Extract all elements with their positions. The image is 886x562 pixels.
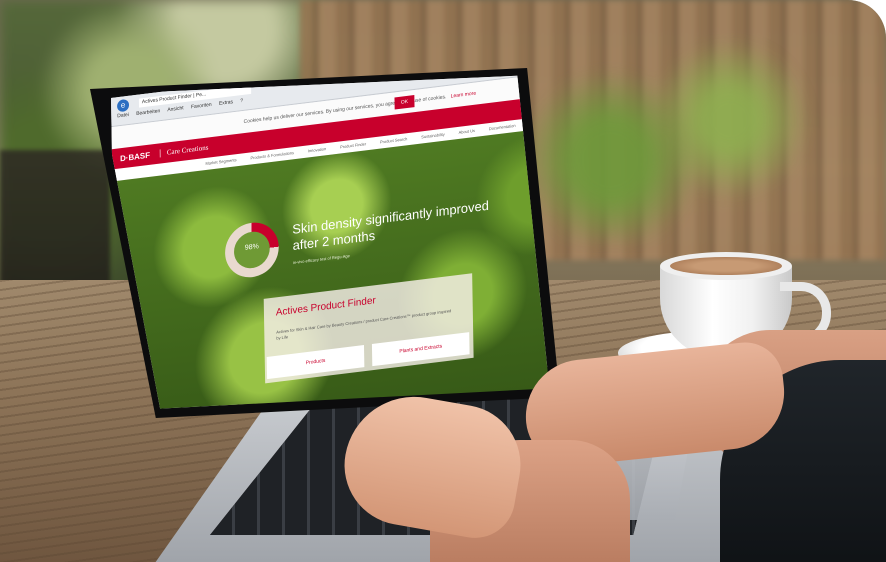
menu-item[interactable]: ?: [240, 98, 243, 104]
finder-title: Actives Product Finder: [275, 295, 376, 319]
menu-item[interactable]: Favoriten: [191, 102, 212, 111]
menu-item[interactable]: Bearbeiten: [136, 108, 160, 117]
cookie-ok-button[interactable]: OK: [394, 95, 415, 110]
menu-item[interactable]: Extras: [219, 99, 233, 107]
laptop-screen: e Actives Product Finder | Pe... Datei B…: [101, 75, 550, 409]
products-button[interactable]: Products: [266, 345, 365, 380]
browser-logo-icon: e: [117, 98, 130, 113]
background-plants: [520, 40, 820, 240]
care-creations-logo[interactable]: Care Creations: [159, 143, 209, 158]
menu-item[interactable]: Datei: [117, 112, 129, 119]
browser-window: e Actives Product Finder | Pe... Datei B…: [111, 75, 550, 409]
menu-item[interactable]: Ansicht: [167, 105, 183, 113]
photo-scene: e Actives Product Finder | Pe... Datei B…: [0, 0, 886, 562]
coffee: [670, 257, 782, 275]
product-finder-panel: Actives Product Finder Actives for Skin …: [263, 273, 474, 384]
cookie-learn-more-link[interactable]: Learn more: [451, 90, 476, 99]
basf-logo[interactable]: D·BASF: [120, 150, 150, 163]
hero-headline: Skin density significantly improved afte…: [292, 197, 489, 254]
plants-extracts-button[interactable]: Plants and Extracts: [371, 332, 470, 367]
